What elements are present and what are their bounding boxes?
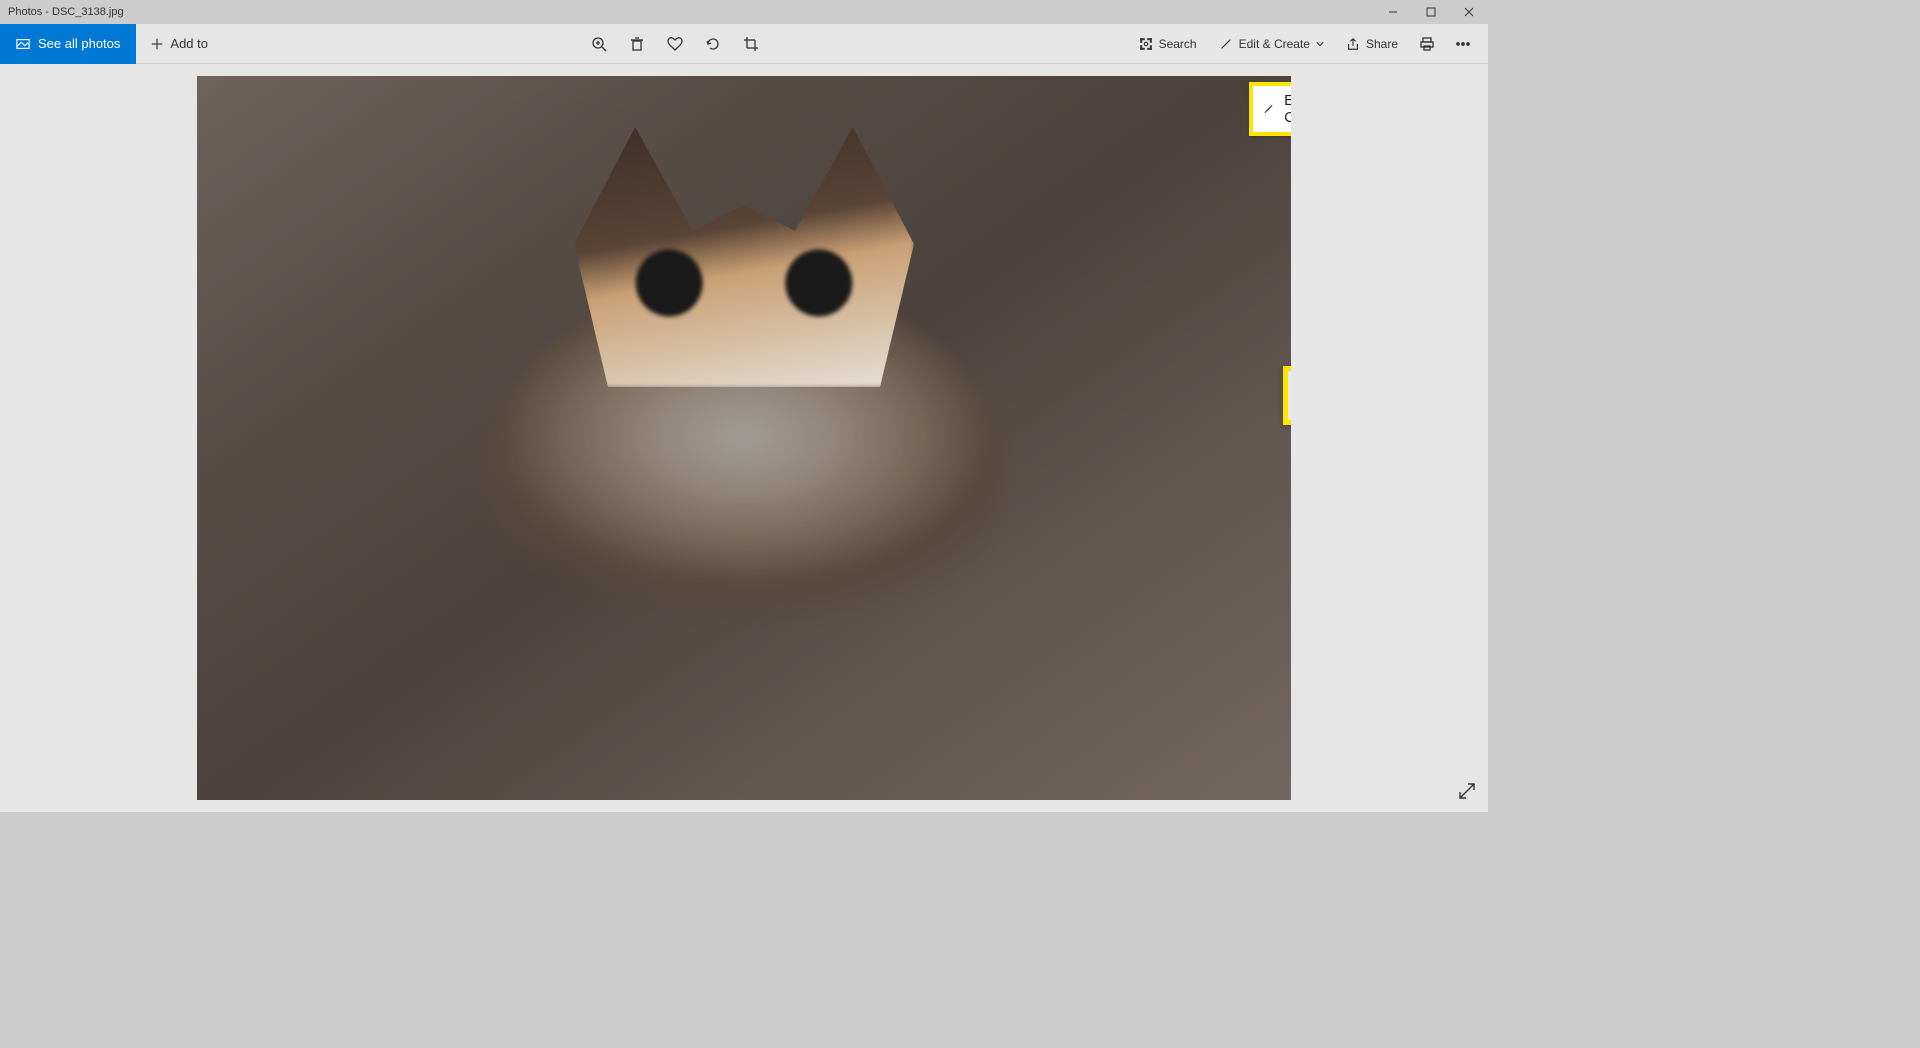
photos-app-window: Photos - DSC_3138.jpg See all photos Add… [0, 0, 1488, 812]
edit-create-label: Edit & Create [1239, 37, 1310, 51]
photo-viewer: Edit & Create Edit Crop, add filters, ef… [0, 64, 1488, 812]
crop-button[interactable] [734, 27, 768, 61]
rotate-icon [705, 36, 721, 52]
maximize-icon [1426, 7, 1436, 17]
delete-button[interactable] [620, 27, 654, 61]
close-icon [1464, 7, 1474, 17]
trash-icon [629, 36, 645, 52]
close-button[interactable] [1450, 0, 1488, 24]
edit-create-button[interactable]: Edit & Create [1209, 27, 1334, 61]
rotate-button[interactable] [696, 27, 730, 61]
add-to-label: Add to [170, 36, 208, 51]
print-icon [1419, 36, 1435, 52]
window-title: Photos - DSC_3138.jpg [8, 6, 124, 18]
maximize-button[interactable] [1412, 0, 1450, 24]
more-icon [1455, 36, 1471, 52]
minimize-button[interactable] [1374, 0, 1412, 24]
zoom-button[interactable] [582, 27, 616, 61]
see-all-label: See all photos [38, 36, 120, 51]
right-toolbar: Search Edit & Create Share [1129, 27, 1480, 61]
search-label: Search [1159, 37, 1197, 51]
more-button[interactable] [1446, 27, 1480, 61]
minimize-icon [1388, 7, 1398, 17]
share-button[interactable]: Share [1336, 27, 1408, 61]
search-button[interactable]: Search [1129, 27, 1207, 61]
edit-create-icon [1263, 100, 1274, 118]
visual-search-icon [1139, 37, 1153, 51]
print-button[interactable] [1410, 27, 1444, 61]
favorite-button[interactable] [658, 27, 692, 61]
heart-icon [667, 36, 683, 52]
toolbar: See all photos Add to [0, 24, 1488, 64]
edit-create-highlight[interactable]: Edit & Create [1249, 82, 1291, 136]
edit-create-highlight-label: Edit & Create [1284, 92, 1291, 126]
chevron-down-icon [1316, 40, 1324, 48]
dim-overlay [197, 76, 1291, 800]
paint3d-callout: Edit with Paint 3D Create cutouts, add s… [1283, 366, 1291, 425]
zoom-icon [591, 36, 607, 52]
plus-icon [150, 37, 164, 51]
add-to-button[interactable]: Add to [136, 24, 222, 64]
expand-icon [1456, 780, 1478, 802]
gallery-icon [16, 37, 30, 51]
edit-create-icon [1219, 37, 1233, 51]
titlebar: Photos - DSC_3138.jpg [0, 0, 1488, 24]
photo-image[interactable]: Edit & Create Edit Crop, add filters, ef… [197, 76, 1291, 800]
center-toolbar [582, 27, 768, 61]
crop-icon [743, 36, 759, 52]
fullscreen-button[interactable] [1456, 780, 1478, 802]
see-all-photos-button[interactable]: See all photos [0, 24, 136, 64]
share-label: Share [1366, 37, 1398, 51]
share-icon [1346, 37, 1360, 51]
